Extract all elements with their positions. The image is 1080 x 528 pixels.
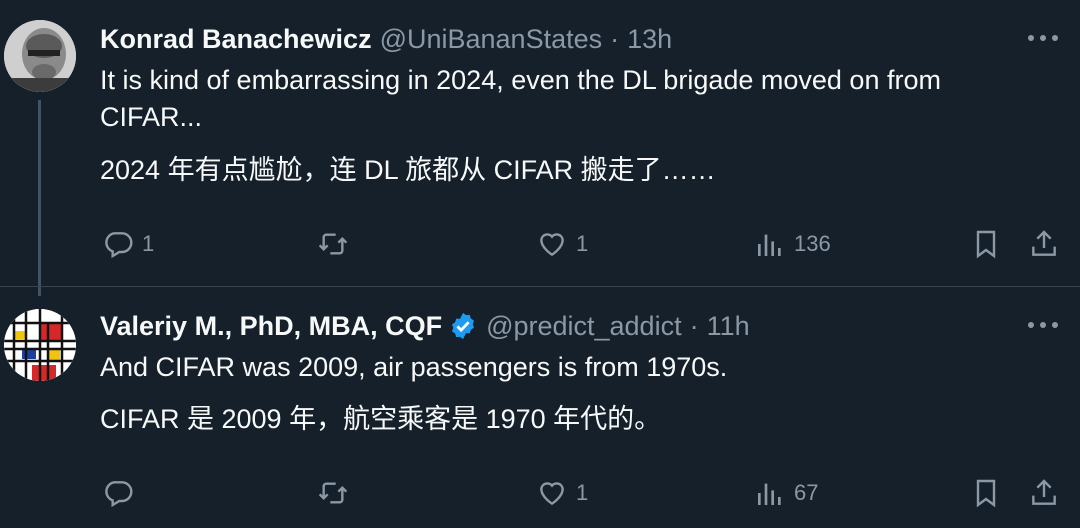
like-count: 1	[576, 480, 589, 505]
views-button[interactable]: 136	[754, 224, 831, 264]
reply-button[interactable]: 1	[102, 224, 154, 264]
timestamp[interactable]: 13h	[627, 24, 672, 55]
like-button[interactable]: 1	[536, 473, 588, 513]
retweet-icon	[318, 482, 348, 504]
author-handle[interactable]: @UniBananStates	[380, 24, 603, 55]
separator: ·	[689, 310, 699, 341]
tweet-valeriy[interactable]: Valeriy M., PhD, MBA, CQF @predict_addic…	[0, 286, 1080, 528]
tweet-konrad[interactable]: Konrad Banachewicz @UniBananStates · 13h…	[0, 0, 1080, 296]
views-button[interactable]: 67	[754, 473, 818, 513]
tweet-text: And CIFAR was 2009, air passengers is fr…	[100, 352, 728, 382]
like-count: 1	[576, 231, 589, 256]
share-button[interactable]	[1028, 224, 1060, 264]
retweet-button[interactable]	[317, 473, 357, 513]
more-icon[interactable]	[1028, 311, 1058, 339]
verified-icon	[448, 311, 478, 341]
retweet-button[interactable]	[317, 224, 357, 264]
author-name[interactable]: Valeriy M., PhD, MBA, CQF	[100, 311, 442, 342]
separator: ·	[610, 23, 620, 54]
retweet-icon	[318, 233, 348, 255]
avatar[interactable]	[4, 20, 76, 92]
like-icon	[540, 482, 564, 506]
share-icon	[1032, 230, 1056, 256]
thread-connector	[38, 100, 41, 296]
author-name[interactable]: Konrad Banachewicz	[100, 24, 372, 55]
reply-button[interactable]	[102, 473, 142, 513]
tweet-text: It is kind of embarrassing in 2024, even…	[100, 65, 941, 132]
timestamp[interactable]: 11h	[707, 311, 750, 342]
tweet-header: Valeriy M., PhD, MBA, CQF @predict_addic…	[100, 309, 750, 343]
bookmark-button[interactable]	[970, 224, 1002, 264]
user-avatar-icon	[4, 20, 76, 92]
action-bar: 1 1 136	[0, 224, 1080, 264]
author-handle[interactable]: @predict_addict	[486, 311, 682, 342]
mondrian-avatar-icon	[4, 309, 76, 381]
reply-icon	[105, 481, 133, 508]
views-icon	[758, 483, 781, 505]
bookmark-icon	[976, 479, 996, 508]
reply-count: 1	[142, 231, 155, 256]
views-count: 67	[794, 480, 819, 505]
action-bar: 1 67	[0, 473, 1080, 513]
views-icon	[758, 234, 781, 256]
like-icon	[540, 233, 564, 257]
reply-icon	[105, 232, 133, 259]
like-button[interactable]: 1	[536, 224, 588, 264]
tweet-header: Konrad Banachewicz @UniBananStates · 13h	[100, 22, 672, 56]
share-icon	[1032, 479, 1056, 505]
tweet-translation: 2024 年有点尴尬，连 DL 旅都从 CIFAR 搬走了……	[100, 155, 716, 185]
share-button[interactable]	[1028, 473, 1060, 513]
views-count: 136	[794, 231, 831, 256]
bookmark-button[interactable]	[970, 473, 1002, 513]
avatar[interactable]	[4, 309, 76, 381]
more-icon[interactable]	[1028, 24, 1058, 52]
tweet-translation: CIFAR 是 2009 年，航空乘客是 1970 年代的。	[100, 404, 662, 434]
bookmark-icon	[976, 230, 996, 259]
